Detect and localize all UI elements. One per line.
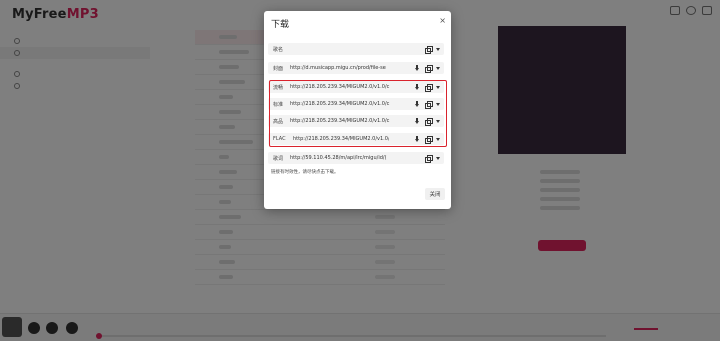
dialog-title: 下载	[271, 20, 290, 30]
row-label: 封面	[273, 65, 284, 72]
row-value[interactable]: http://218.205.239.34/MIGUM2.0/v1.0/c	[290, 118, 392, 124]
row-quality-flac: FLAC http://218.205.239.34/MIGUM2.0/v1.0…	[268, 133, 444, 145]
download-icon[interactable]	[414, 64, 420, 72]
copy-icon[interactable]	[425, 84, 433, 92]
download-icon[interactable]	[414, 83, 420, 91]
row-label: 歌名	[273, 46, 284, 53]
row-quality-high: 高品 http://218.205.239.34/MIGUM2.0/v1.0/c	[268, 115, 444, 127]
chevron-down-icon[interactable]	[436, 156, 440, 160]
close-icon[interactable]: ×	[439, 16, 446, 25]
row-label: FLAC	[273, 136, 286, 142]
row-cover: 封面 http://d.musicapp.migu.cn/prod/file-s…	[268, 62, 444, 74]
row-label: 歌词	[273, 155, 284, 162]
chevron-down-icon[interactable]	[436, 137, 440, 141]
row-label: 流畅	[273, 84, 284, 91]
row-label: 高品	[273, 118, 284, 125]
chevron-down-icon[interactable]	[436, 102, 440, 106]
row-song-name: 歌名	[268, 43, 444, 55]
copy-icon[interactable]	[425, 118, 433, 126]
copy-icon[interactable]	[425, 155, 433, 163]
row-lyrics: 歌词 http://59.110.45.28/m/api/lrc/migu/id…	[268, 152, 444, 164]
row-value[interactable]: http://218.205.239.34/MIGUM2.0/v1.0/c	[290, 84, 392, 90]
chevron-down-icon[interactable]	[436, 119, 440, 123]
row-quality-standard: 标准 http://218.205.239.34/MIGUM2.0/v1.0/c	[268, 98, 444, 110]
chevron-down-icon[interactable]	[436, 85, 440, 89]
chevron-down-icon[interactable]	[436, 66, 440, 70]
dialog-note: 链接有时效性，请尽快点击下载。	[271, 170, 339, 175]
close-button[interactable]: 关闭	[425, 188, 445, 200]
row-value[interactable]: http://218.205.239.34/MIGUM2.0/v1.0/c	[290, 101, 392, 107]
copy-icon[interactable]	[425, 65, 433, 73]
download-icon[interactable]	[414, 100, 420, 108]
copy-icon[interactable]	[425, 101, 433, 109]
copy-icon[interactable]	[425, 136, 433, 144]
row-value[interactable]: http://218.205.239.34/MIGUM2.0/v1.0/c	[290, 136, 389, 142]
row-quality-smooth: 流畅 http://218.205.239.34/MIGUM2.0/v1.0/c	[268, 81, 444, 93]
download-dialog: 下载 × 歌名 封面 http://d.musicapp.migu.cn/pro…	[264, 11, 451, 209]
row-value[interactable]: http://d.musicapp.migu.cn/prod/file-se	[290, 65, 392, 71]
download-icon[interactable]	[414, 135, 420, 143]
chevron-down-icon[interactable]	[436, 47, 440, 51]
row-value[interactable]: http://59.110.45.28/m/api/lrc/migu/id/(	[290, 155, 392, 161]
copy-icon[interactable]	[425, 46, 433, 54]
row-label: 标准	[273, 101, 284, 108]
download-icon[interactable]	[414, 117, 420, 125]
